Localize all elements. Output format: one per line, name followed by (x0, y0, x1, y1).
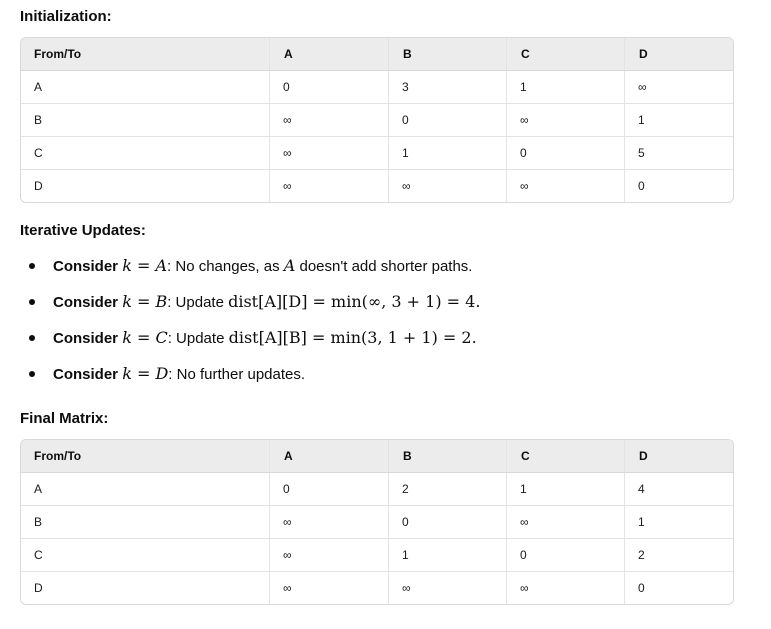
math-expression: dist[A][B] = min(3, 1 + 1) = 2. (228, 328, 477, 347)
updates-list: Consider k = A: No changes, as A doesn't… (20, 248, 720, 392)
table-cell: ∞ (269, 169, 389, 202)
table-cell: B (21, 103, 270, 137)
table-cell: C (21, 538, 270, 572)
table-cell: 2 (388, 472, 507, 506)
table-cell: A (34, 80, 43, 94)
math-expression: k = B (122, 292, 168, 311)
table-cell: 1 (506, 472, 625, 506)
update-lead: Consider (53, 366, 119, 383)
table-cell: ∞ (506, 571, 625, 604)
table-cell: ∞ (388, 571, 507, 604)
column-header: From/To (21, 440, 270, 473)
update-lead: Consider (53, 330, 119, 347)
table-row: C ∞ 1 0 5 (21, 136, 733, 170)
table-cell: 0 (269, 472, 389, 506)
column-header: B (388, 440, 507, 473)
initialization-table: From/To A B C D A 0 3 1 ∞ B ∞ 0 ∞ 1 C ∞ … (20, 37, 734, 203)
bullet-icon (29, 263, 35, 269)
iterative-updates-heading: Iterative Updates: (20, 222, 146, 239)
column-header: A (269, 38, 389, 71)
update-text: No changes, as (171, 258, 284, 275)
column-header: From/To (21, 38, 270, 71)
table-header-row: From/To A B C D (21, 440, 733, 473)
final-matrix-heading: Final Matrix: (20, 410, 109, 427)
table-cell: C (21, 136, 270, 170)
table-row: D ∞ ∞ ∞ 0 (21, 169, 733, 202)
initialization-heading: Initialization: (20, 8, 112, 25)
table-cell: 0 (624, 571, 733, 604)
update-lead: Consider (53, 294, 119, 311)
table-cell: 2 (624, 538, 733, 572)
table-row: D ∞ ∞ ∞ 0 (21, 571, 733, 604)
table-cell: 0 (388, 505, 507, 539)
bullet-icon (29, 371, 35, 377)
list-item: Consider k = D: No further updates. (20, 356, 720, 392)
math-expression: A (283, 256, 296, 275)
table-cell: 4 (624, 472, 733, 506)
column-header: C (506, 440, 625, 473)
table-cell: 1 (388, 136, 507, 170)
table-cell: ∞ (506, 169, 625, 202)
table-cell: 1 (624, 103, 733, 137)
table-cell: 3 (388, 70, 507, 104)
column-header: B (388, 38, 507, 71)
table-row: A 0 3 1 ∞ (21, 70, 733, 104)
table-cell: A (34, 482, 43, 496)
table-cell: ∞ (506, 103, 625, 137)
update-text: Update (171, 330, 229, 347)
bullet-icon (29, 299, 35, 305)
table-cell: ∞ (388, 169, 507, 202)
table-cell: D (21, 571, 270, 604)
update-text: No further updates. (172, 366, 306, 383)
table-header-row: From/To A B C D (21, 38, 733, 71)
table-cell: 0 (388, 103, 507, 137)
table-cell: ∞ (269, 505, 389, 539)
table-cell: B (21, 505, 270, 539)
math-expression: k = D (122, 364, 169, 383)
table-cell: 1 (624, 505, 733, 539)
column-header: C (506, 38, 625, 71)
table-cell: ∞ (624, 70, 733, 104)
table-row: B ∞ 0 ∞ 1 (21, 103, 733, 137)
column-header: A (269, 440, 389, 473)
column-header: D (624, 440, 733, 473)
list-item: Consider k = B: Update dist[A][D] = min(… (20, 284, 720, 320)
table-cell: 0 (624, 169, 733, 202)
table-cell: 5 (624, 136, 733, 170)
table-row: A 0 2 1 4 (21, 472, 733, 506)
final-matrix-table: From/To A B C D A 0 2 1 4 B ∞ 0 ∞ 1 C ∞ … (20, 439, 734, 605)
update-text: Update (171, 294, 229, 311)
table-cell: ∞ (269, 571, 389, 604)
table-cell: 0 (506, 136, 625, 170)
update-lead: Consider (53, 258, 119, 275)
table-cell: 0 (269, 70, 389, 104)
table-cell: 1 (506, 70, 625, 104)
list-item: Consider k = A: No changes, as A doesn't… (20, 248, 720, 284)
math-expression: dist[A][D] = min(∞, 3 + 1) = 4. (228, 292, 481, 311)
table-row: B ∞ 0 ∞ 1 (21, 505, 733, 539)
math-expression: k = C (122, 328, 168, 347)
table-cell: 0 (506, 538, 625, 572)
bullet-icon (29, 335, 35, 341)
column-header: D (624, 38, 733, 71)
table-cell: ∞ (506, 505, 625, 539)
table-cell: 1 (388, 538, 507, 572)
table-cell: ∞ (269, 136, 389, 170)
update-text: doesn't add shorter paths. (295, 258, 473, 275)
table-cell: ∞ (269, 103, 389, 137)
list-item: Consider k = C: Update dist[A][B] = min(… (20, 320, 720, 356)
table-row: C ∞ 1 0 2 (21, 538, 733, 572)
math-expression: k = A (122, 256, 168, 275)
table-cell: D (21, 169, 270, 202)
table-cell: ∞ (269, 538, 389, 572)
